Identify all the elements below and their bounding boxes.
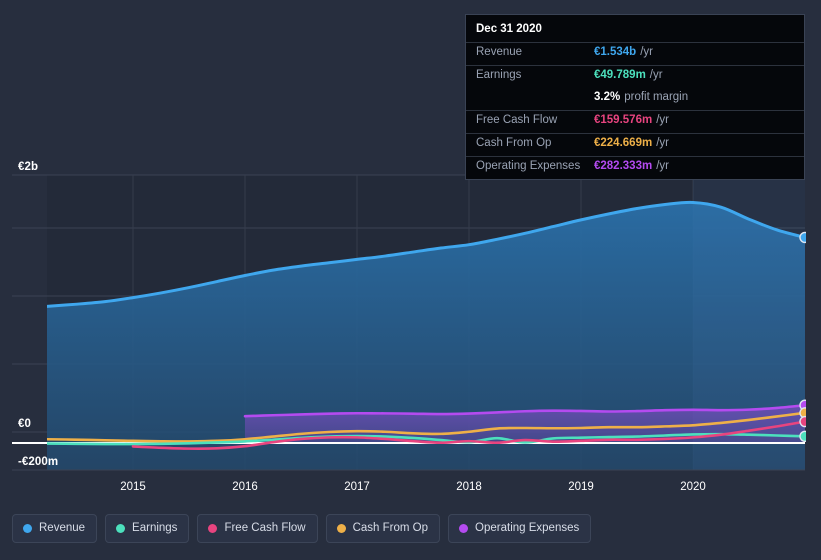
x-axis-tick-label: 2019 <box>568 481 594 493</box>
tooltip-row-label: Free Cash Flow <box>476 114 558 126</box>
legend-item-revenue[interactable]: Revenue <box>12 514 98 543</box>
y-axis-tick-label: -€200m <box>18 456 59 468</box>
tooltip-row-label: Cash From Op <box>476 137 552 149</box>
chart-legend[interactable]: Revenue Earnings Free Cash Flow Cash From O… <box>12 514 592 543</box>
tooltip-date: Dec 31 2020 <box>476 23 542 35</box>
tooltip-row-unit: /yr <box>656 137 669 149</box>
legend-item-label: Cash From Op <box>352 521 429 534</box>
tooltip-rows: Revenue €1.534b/yr Earnings €49.789m/yr 3.2%… <box>466 42 804 179</box>
x-axis-tick-label: 2017 <box>344 481 370 493</box>
legend-item-label: Operating Expenses <box>475 521 580 534</box>
chart-tooltip: Dec 31 2020 Revenue €1.534b/yr Earnings €49… <box>465 14 805 180</box>
x-axis-tick-label: 2015 <box>120 481 146 493</box>
legend-color-dot-icon <box>116 524 126 533</box>
x-axis-tick-label: 2020 <box>680 481 706 493</box>
tooltip-row-unit: profit margin <box>624 91 689 103</box>
legend-color-dot-icon <box>459 524 469 533</box>
legend-item-label: Earnings <box>132 521 178 534</box>
legend-color-dot-icon <box>208 524 218 533</box>
tooltip-row-label: Operating Expenses <box>476 160 581 172</box>
tooltip-row-unit: /yr <box>656 160 669 172</box>
tooltip-row-value: €1.534b <box>594 46 637 58</box>
tooltip-row-value: €224.669m <box>594 137 653 149</box>
tooltip-row-value: 3.2% <box>594 91 621 103</box>
tooltip-row: Cash From Op €224.669m/yr <box>466 133 804 156</box>
tooltip-row: 3.2% profit margin <box>466 88 804 110</box>
tooltip-row-value: €49.789m <box>594 69 646 81</box>
y-axis-tick-label: €0 <box>18 418 31 430</box>
legend-color-dot-icon <box>336 524 346 533</box>
legend-item-free-cash-flow[interactable]: Free Cash Flow <box>197 514 318 543</box>
tooltip-row-unit: /yr <box>649 69 663 81</box>
tooltip-row: Revenue €1.534b/yr <box>466 42 804 65</box>
financial-chart-page: €2b €0 -€200m 2015 2016 2017 2018 2019 2020 Dec… <box>0 0 821 560</box>
legend-item-operating-expenses[interactable]: Operating Expenses <box>448 514 592 543</box>
tooltip-row-label: Revenue <box>476 46 523 58</box>
tooltip-row-label: Earnings <box>476 69 522 81</box>
y-axis-tick-label: €2b <box>18 161 39 173</box>
legend-color-dot-icon <box>23 524 32 533</box>
tooltip-row-unit: /yr <box>640 46 653 58</box>
x-axis-tick-label: 2018 <box>456 481 482 493</box>
legend-item-label: Free Cash Flow <box>224 521 306 534</box>
tooltip-row: Earnings €49.789m/yr <box>466 65 804 88</box>
legend-item-earnings[interactable]: Earnings <box>105 514 190 543</box>
tooltip-row-value: €159.576m <box>594 114 653 126</box>
legend-item-cash-from-op[interactable]: Cash From Op <box>325 514 441 543</box>
tooltip-row: Operating Expenses €282.333m/yr <box>466 156 804 179</box>
legend-item-label: Revenue <box>39 521 86 534</box>
tooltip-row: Free Cash Flow €159.576m/yr <box>466 110 804 133</box>
tooltip-row-unit: /yr <box>656 114 669 126</box>
tooltip-row-value: €282.333m <box>594 160 653 172</box>
x-axis-tick-label: 2016 <box>232 481 258 493</box>
